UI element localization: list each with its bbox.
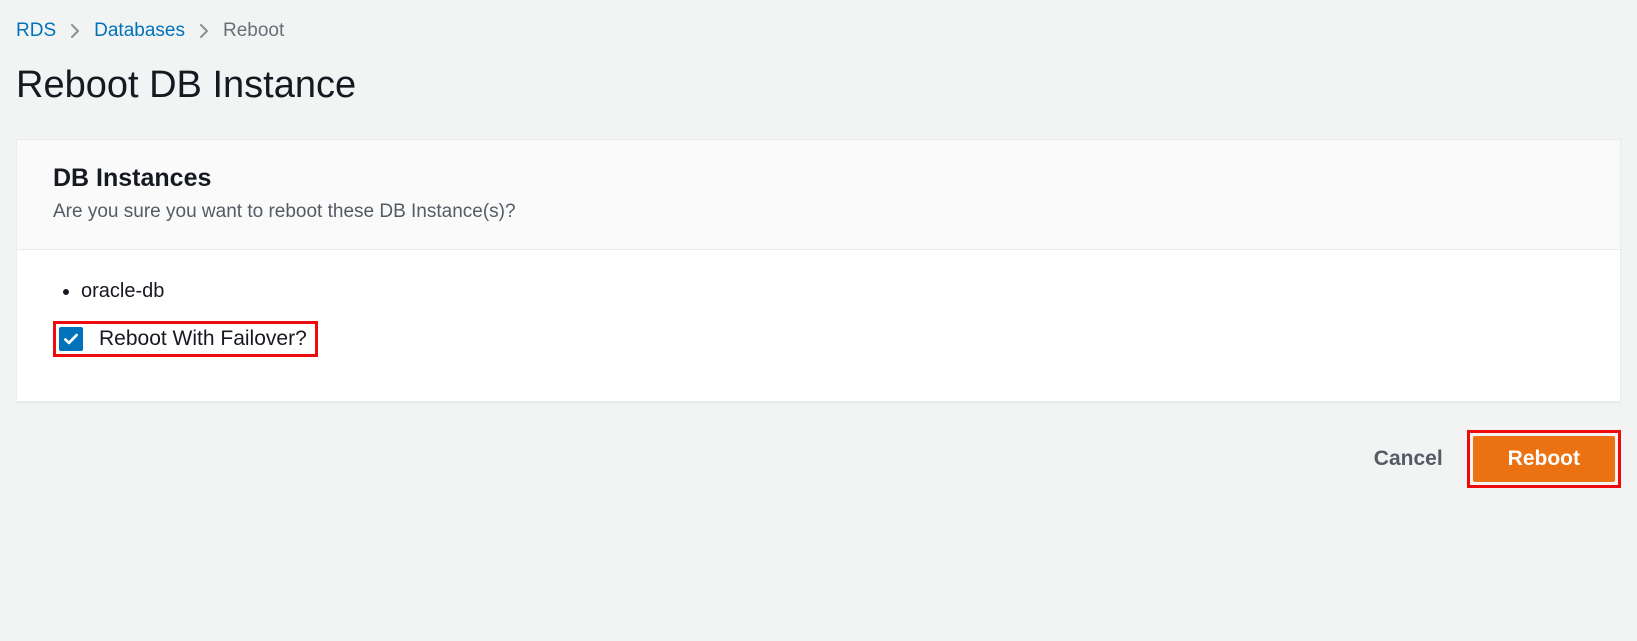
breadcrumb-link-databases[interactable]: Databases — [94, 20, 185, 42]
failover-option: Reboot With Failover? — [53, 321, 318, 357]
breadcrumb-link-rds[interactable]: RDS — [16, 20, 56, 42]
failover-checkbox[interactable] — [59, 327, 83, 351]
breadcrumb-current: Reboot — [223, 20, 284, 42]
action-row: Cancel Reboot — [16, 430, 1621, 488]
breadcrumb: RDS Databases Reboot — [16, 20, 1621, 42]
check-icon — [62, 330, 80, 348]
failover-label[interactable]: Reboot With Failover? — [99, 327, 307, 351]
chevron-right-icon — [70, 23, 80, 39]
reboot-button-highlight: Reboot — [1467, 430, 1621, 488]
panel-subheading: Are you sure you want to reboot these DB… — [53, 201, 1584, 223]
list-item: oracle-db — [81, 280, 1584, 303]
page-title: Reboot DB Instance — [16, 64, 1621, 107]
confirm-panel: DB Instances Are you sure you want to re… — [16, 139, 1621, 402]
instance-list: oracle-db — [53, 280, 1584, 303]
chevron-right-icon — [199, 23, 209, 39]
panel-heading: DB Instances — [53, 164, 1584, 193]
panel-header: DB Instances Are you sure you want to re… — [17, 140, 1620, 250]
reboot-button[interactable]: Reboot — [1473, 436, 1615, 482]
cancel-button[interactable]: Cancel — [1368, 437, 1449, 481]
panel-body: oracle-db Reboot With Failover? — [17, 250, 1620, 401]
